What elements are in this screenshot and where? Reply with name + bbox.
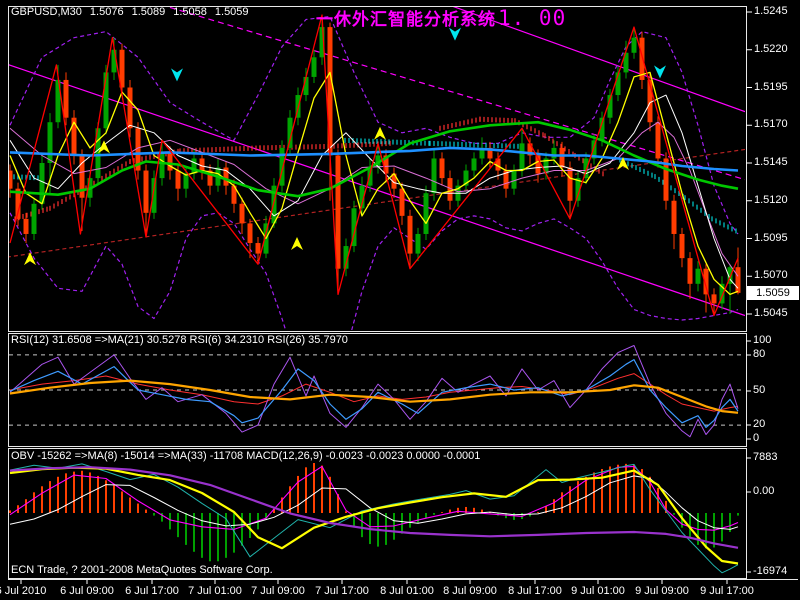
rsi-12 — [9, 359, 739, 428]
price-label: 1.5145 — [754, 156, 788, 168]
price-label: 1.5045 — [754, 307, 788, 319]
candle-bull — [47, 122, 53, 163]
candle-bull — [519, 143, 525, 171]
quote-close: 1.5059 — [214, 6, 249, 18]
obv-indicator-header: OBV -15262 =>MA(8) -15014 =>MA(33) -1170… — [11, 450, 481, 462]
candle-bear — [239, 203, 245, 224]
time-label: 8 Jul 17:00 — [508, 585, 562, 597]
quote-open: 1.5076 — [89, 6, 124, 18]
candle-bear — [23, 218, 29, 234]
sell-arrow-icon — [654, 65, 666, 79]
time-label: 7 Jul 09:00 — [251, 585, 305, 597]
obv-ma8 — [9, 466, 739, 565]
copyright-label: ECN Trade, ? 2001-2008 MetaQuotes Softwa… — [11, 564, 273, 576]
candle-bear — [407, 215, 413, 254]
obv-scale-label: 0.00 — [753, 485, 775, 497]
candle-bull — [423, 193, 429, 234]
watermark-version: 1. 00 — [498, 6, 567, 30]
rsi-indicator-header: RSI(12) 31.6508 =>MA(21) 30.5278 RSI(6) … — [11, 334, 348, 346]
candle-bear — [63, 79, 69, 118]
candle-bear — [143, 170, 149, 213]
time-label: 7 Jul 01:00 — [188, 585, 242, 597]
candle-bull — [551, 147, 557, 159]
candle-bear — [671, 200, 677, 234]
candle-bull — [511, 170, 517, 189]
candle-bull — [367, 167, 373, 186]
candle-bear — [167, 152, 173, 171]
obv-scale-label: -16974 — [753, 565, 788, 577]
rsi-scale-label: 20 — [753, 418, 766, 430]
candle-bull — [31, 203, 37, 234]
rsi-scale-label: 50 — [753, 384, 766, 396]
sell-arrow-icon — [171, 68, 183, 82]
price-label: 1.5220 — [754, 42, 788, 55]
quote-high: 1.5089 — [131, 6, 166, 18]
ma-white — [9, 94, 739, 289]
buy-arrow-icon — [374, 126, 386, 140]
candle-bear — [255, 243, 261, 254]
candle-bear — [679, 233, 685, 259]
candle-bear — [735, 267, 741, 293]
candle-bear — [687, 258, 693, 284]
candle-bear — [399, 188, 405, 216]
macd-signal — [9, 475, 739, 530]
time-label: 9 Jul 09:00 — [635, 585, 689, 597]
time-label: 6 Jul 09:00 — [60, 585, 114, 597]
candle-bear — [567, 167, 573, 201]
candle-bear — [199, 158, 205, 171]
watermark-text: 一休外汇智能分析系统 — [316, 10, 496, 29]
candle-bear — [655, 122, 661, 159]
price-label: 1.5170 — [754, 118, 788, 131]
mt4-chart-window: GBPUSD,M30 1.5076 1.5089 1.5058 1.5059 一休外汇智… — [0, 0, 800, 600]
time-label: 9 Jul 17:00 — [700, 585, 754, 597]
obv — [9, 463, 739, 574]
candle-bear — [327, 27, 333, 156]
current-price-box: 1.5059 — [747, 285, 799, 300]
channel-line-lower — [9, 64, 745, 317]
candle-bear — [335, 155, 341, 269]
time-label: 8 Jul 01:00 — [380, 585, 434, 597]
quote-low: 1.5058 — [173, 6, 207, 18]
candle-bull — [695, 268, 701, 284]
rsi-26 — [9, 373, 739, 412]
candle-bear — [247, 223, 253, 244]
time-label: 8 Jul 09:00 — [443, 585, 497, 597]
time-label: 6 Jul 17:00 — [125, 585, 179, 597]
obv-ma33 — [9, 466, 739, 549]
obv-scale-label: 7883 — [753, 451, 778, 463]
candle-bear — [439, 158, 445, 179]
price-label: 1.5095 — [754, 231, 788, 244]
time-label: 7 Jul 17:00 — [315, 585, 369, 597]
time-label: 9 Jul 01:00 — [571, 585, 625, 597]
rsi-scale-label: 0 — [753, 432, 760, 444]
candle-bull — [631, 37, 637, 53]
symbol-label: GBPUSD,M30 — [11, 6, 82, 18]
price-label: 1.5120 — [754, 193, 788, 206]
symbol-ohlc-header: GBPUSD,M30 1.5076 1.5089 1.5058 1.5059 — [11, 6, 257, 18]
candle-bear — [175, 170, 181, 189]
bollinger-upper — [9, 15, 739, 235]
current-price-value: 1.5059 — [756, 286, 790, 299]
candle-bear — [559, 147, 565, 168]
price-label: 1.5070 — [754, 269, 788, 282]
candle-bull — [159, 152, 165, 179]
candle-bear — [711, 294, 717, 304]
rsi-scale-label: 100 — [753, 334, 772, 346]
rsi-6 — [9, 345, 739, 438]
candle-bull — [311, 57, 317, 77]
price-label: 1.5195 — [754, 80, 788, 93]
watermark: 一休外汇智能分析系统1. 00 — [316, 5, 566, 30]
candle-bear — [127, 87, 133, 129]
buy-arrow-icon — [291, 237, 303, 251]
candle-bull — [471, 158, 477, 171]
chart-canvas[interactable] — [0, 0, 800, 600]
time-label: 6 Jul 2010 — [0, 585, 47, 597]
candle-bull — [183, 173, 189, 189]
candle-bull — [191, 158, 197, 174]
price-label: 1.5245 — [754, 5, 788, 17]
rsi-ma21 — [9, 379, 739, 414]
candle-bull — [431, 158, 437, 194]
candle-bull — [415, 233, 421, 254]
rsi-scale-label: 80 — [753, 348, 766, 360]
